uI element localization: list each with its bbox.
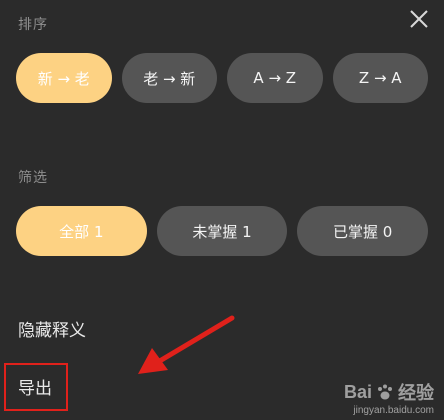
sort-section: 排序 新 → 老 老 → 新 A → Z Z → A — [0, 0, 444, 124]
sort-old-to-new-chip[interactable]: 老 → 新 — [121, 53, 217, 103]
arrow-icon — [138, 315, 235, 374]
close-icon — [410, 10, 428, 28]
filter-all-chip[interactable]: 全部 1 — [16, 206, 147, 256]
watermark-brand: Bai 经验 — [344, 379, 434, 405]
watermark-url: jingyan.baidu.com — [353, 405, 434, 416]
filter-mastered-chip[interactable]: 已掌握 0 — [297, 206, 429, 256]
watermark-brand-right: 经验 — [398, 383, 434, 403]
filter-section: 筛选 全部 1 未掌握 1 已掌握 0 — [0, 143, 444, 271]
sort-z-to-a-chip[interactable]: Z → A — [332, 53, 428, 103]
sort-a-to-z-chip[interactable]: A → Z — [227, 53, 323, 103]
hide-definition-option[interactable]: 隐藏释义 — [18, 316, 86, 341]
sort-title: 排序 — [18, 17, 48, 33]
sort-filter-panel: 排序 新 → 老 老 → 新 A → Z Z → A 筛选 全部 1 未掌握 1… — [0, 0, 444, 420]
baidu-watermark: Bai 经验 jingyan.baidu.com — [344, 379, 434, 417]
export-highlight-box — [4, 363, 68, 411]
sort-new-to-old-chip[interactable]: 新 → 老 — [16, 53, 112, 103]
filter-unmastered-chip[interactable]: 未掌握 1 — [156, 206, 288, 256]
close-button[interactable] — [408, 8, 430, 30]
sort-options: 新 → 老 老 → 新 A → Z Z → A — [16, 53, 428, 103]
paw-icon — [378, 384, 392, 400]
filter-title: 筛选 — [18, 170, 48, 186]
watermark-brand-left: Bai — [343, 381, 372, 402]
filter-options: 全部 1 未掌握 1 已掌握 0 — [16, 206, 429, 256]
